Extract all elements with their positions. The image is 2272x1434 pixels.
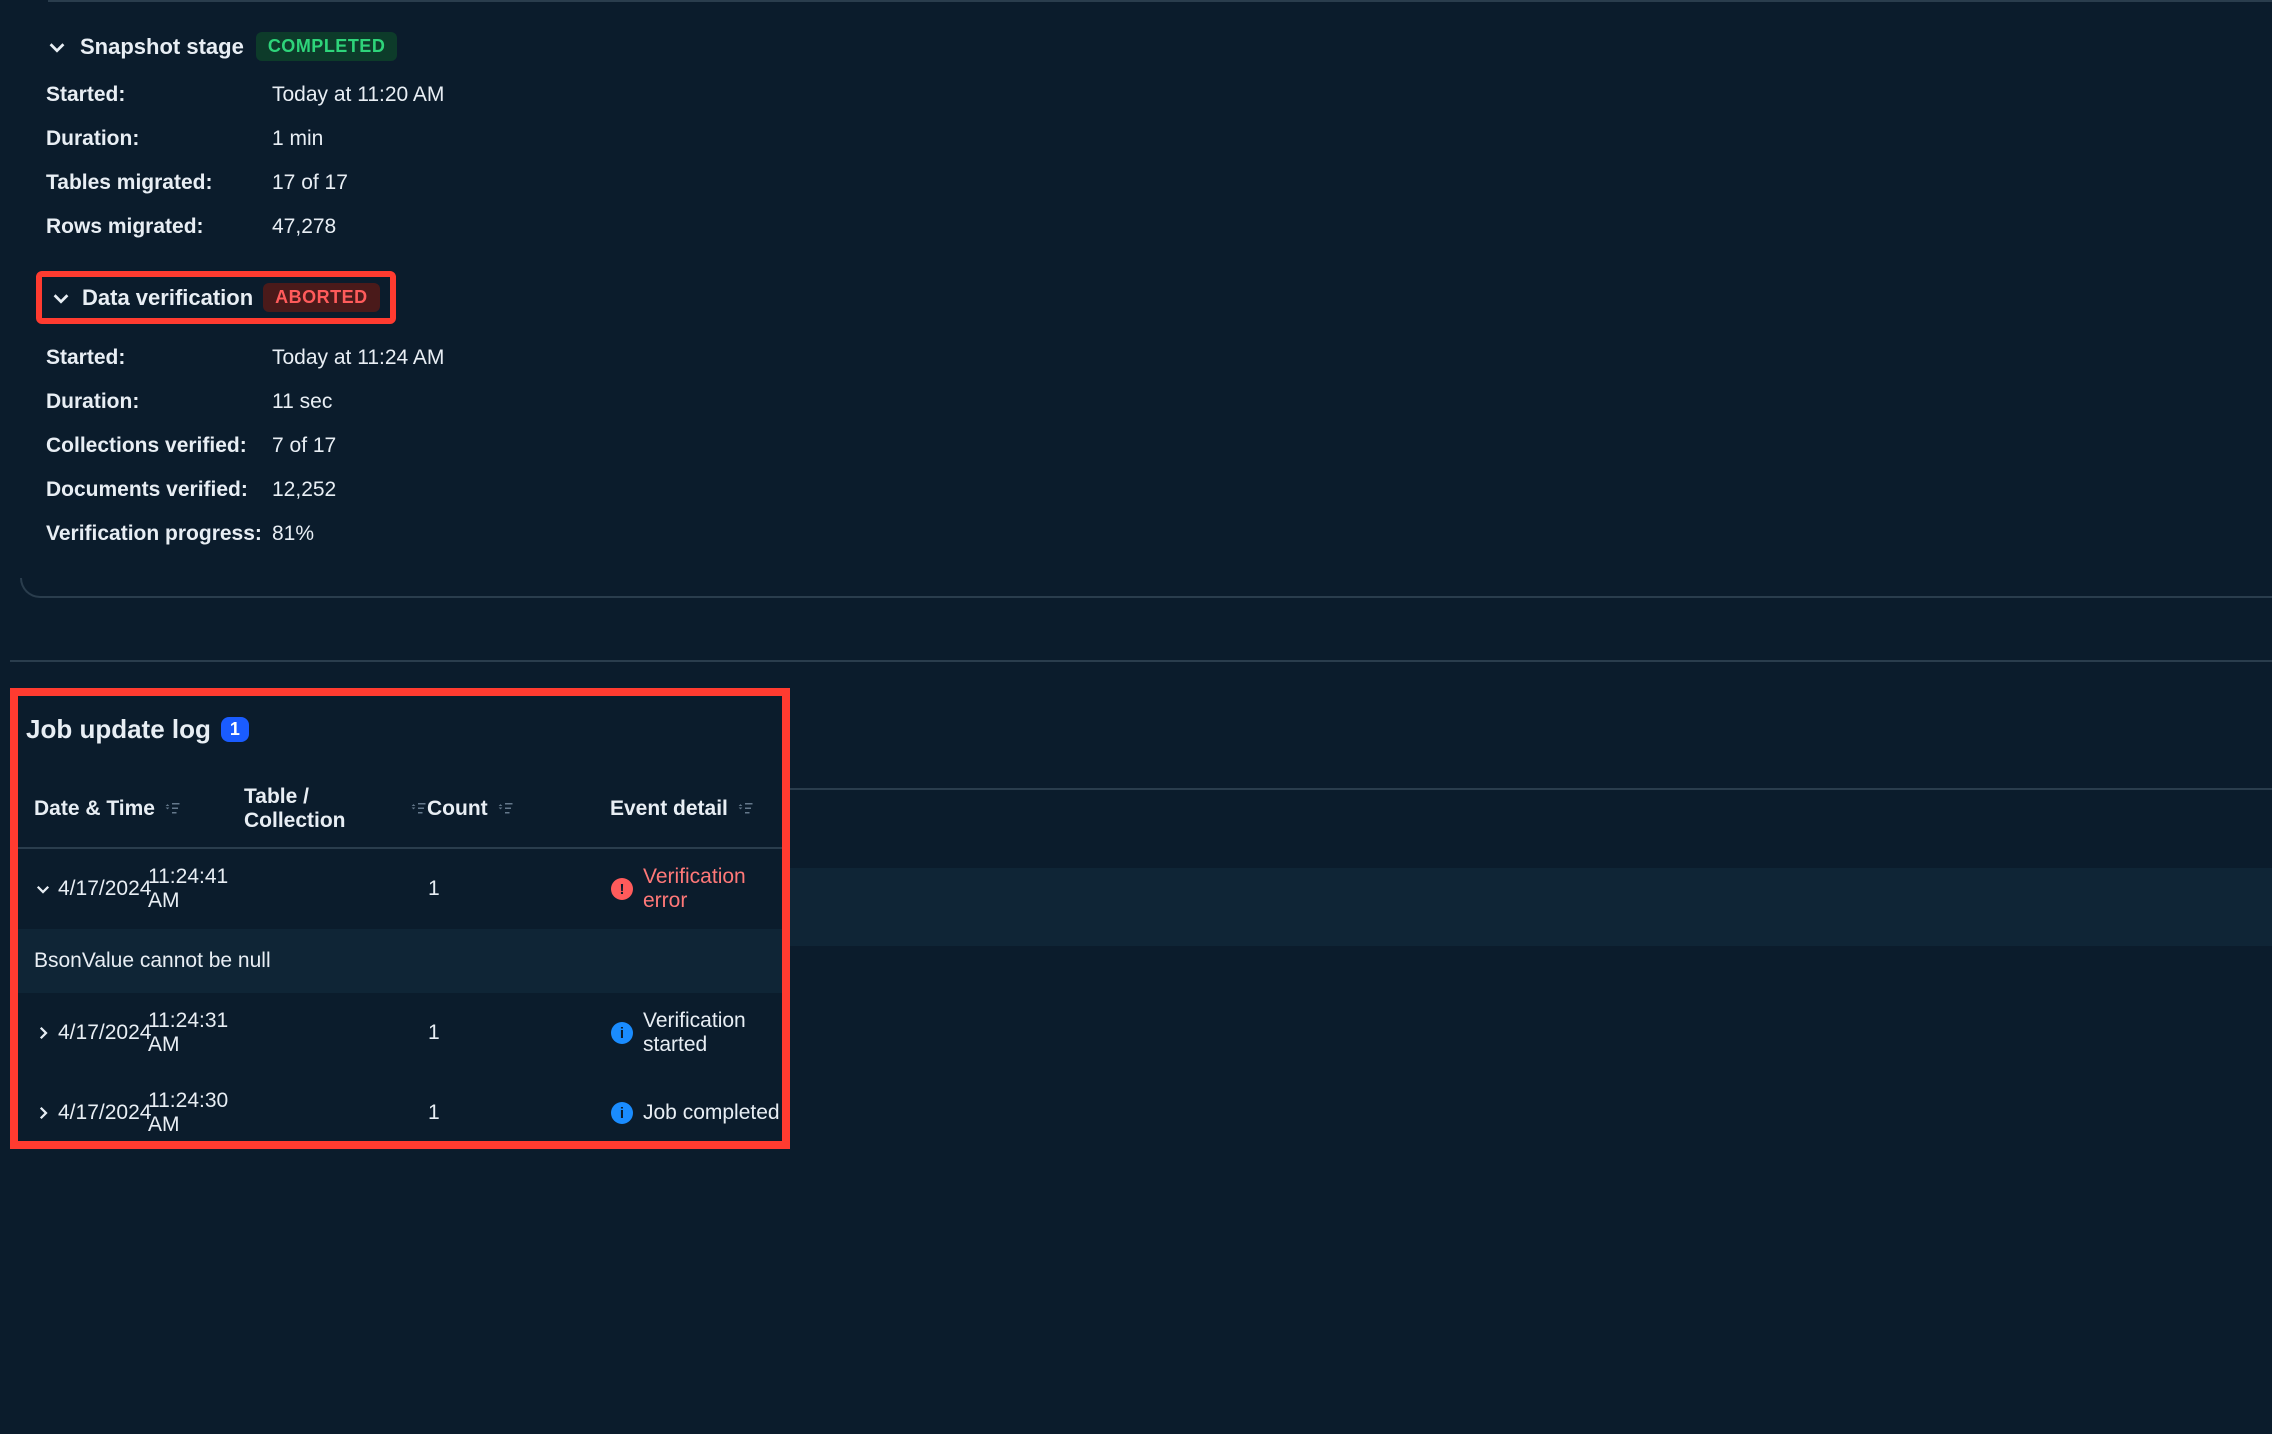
snapshot-details: Started: Today at 11:20 AM Duration: 1 m… [46, 83, 2272, 239]
log-table-header: Date & Time Table / Collection Count Eve… [18, 785, 782, 849]
rows-migrated-label: Rows migrated: [46, 215, 272, 239]
duration-value: 11 sec [272, 390, 332, 414]
collections-verified-value: 7 of 17 [272, 434, 336, 458]
job-update-log-section: Job update log 1 Date & Time Table / Col… [10, 688, 790, 1149]
job-update-log-title: Job update log [26, 714, 211, 745]
verification-stage-title: Data verification [82, 285, 253, 311]
row-event: i Job completed [611, 1101, 782, 1125]
chevron-down-icon[interactable] [34, 880, 58, 898]
chevron-down-icon [50, 287, 72, 309]
sort-icon [409, 800, 427, 818]
chevron-right-icon[interactable] [34, 1104, 58, 1122]
row-date: 4/17/2024 [58, 1021, 148, 1045]
snapshot-stage-title: Snapshot stage [80, 34, 244, 60]
started-label: Started: [46, 83, 272, 107]
log-row[interactable]: 4/17/2024 11:24:30 AM 1 i Job completed [18, 1073, 782, 1141]
sort-icon [736, 800, 754, 818]
row-time: 11:24:30 AM [148, 1089, 258, 1137]
snapshot-status-badge: COMPLETED [256, 32, 398, 61]
verification-status-badge: ABORTED [263, 283, 380, 312]
row-count: 1 [428, 1021, 611, 1045]
info-icon: i [611, 1022, 633, 1044]
tables-migrated-label: Tables migrated: [46, 171, 272, 195]
row-expanded-detail: BsonValue cannot be null [18, 929, 782, 993]
documents-verified-label: Documents verified: [46, 478, 272, 502]
row-date: 4/17/2024 [58, 877, 148, 901]
started-label: Started: [46, 346, 272, 370]
column-count[interactable]: Count [427, 797, 610, 821]
documents-verified-value: 12,252 [272, 478, 336, 502]
row-time: 11:24:31 AM [148, 1009, 258, 1057]
chevron-down-icon [46, 36, 68, 58]
row-date: 4/17/2024 [58, 1101, 148, 1125]
row-count: 1 [428, 1101, 611, 1125]
verification-progress-label: Verification progress: [46, 522, 272, 546]
collections-verified-label: Collections verified: [46, 434, 272, 458]
log-row[interactable]: 4/17/2024 11:24:31 AM 1 i Verification s… [18, 993, 782, 1073]
rows-migrated-value: 47,278 [272, 215, 336, 239]
sort-icon [496, 800, 514, 818]
verification-details: Started: Today at 11:24 AM Duration: 11 … [46, 346, 2272, 546]
verification-stage-header[interactable]: Data verification ABORTED [36, 271, 396, 324]
info-icon: i [611, 1102, 633, 1124]
error-icon: ! [611, 878, 633, 900]
started-value: Today at 11:24 AM [272, 346, 444, 370]
duration-label: Duration: [46, 127, 272, 151]
duration-label: Duration: [46, 390, 272, 414]
started-value: Today at 11:20 AM [272, 83, 444, 107]
row-time: 11:24:41 AM [148, 865, 258, 913]
log-row[interactable]: 4/17/2024 11:24:41 AM 1 ! Verification e… [18, 849, 782, 929]
column-table-collection[interactable]: Table / Collection [244, 785, 427, 833]
tables-migrated-value: 17 of 17 [272, 171, 348, 195]
duration-value: 1 min [272, 127, 323, 151]
row-count: 1 [428, 877, 611, 901]
snapshot-stage-header[interactable]: Snapshot stage COMPLETED [46, 32, 2272, 61]
row-event: ! Verification error [611, 865, 782, 913]
verification-progress-value: 81% [272, 522, 314, 546]
column-event-detail[interactable]: Event detail [610, 797, 782, 821]
row-event: i Verification started [611, 1009, 782, 1057]
job-update-log-count: 1 [221, 717, 249, 742]
chevron-right-icon[interactable] [34, 1024, 58, 1042]
sort-icon [163, 800, 181, 818]
column-date-time[interactable]: Date & Time [34, 797, 244, 821]
